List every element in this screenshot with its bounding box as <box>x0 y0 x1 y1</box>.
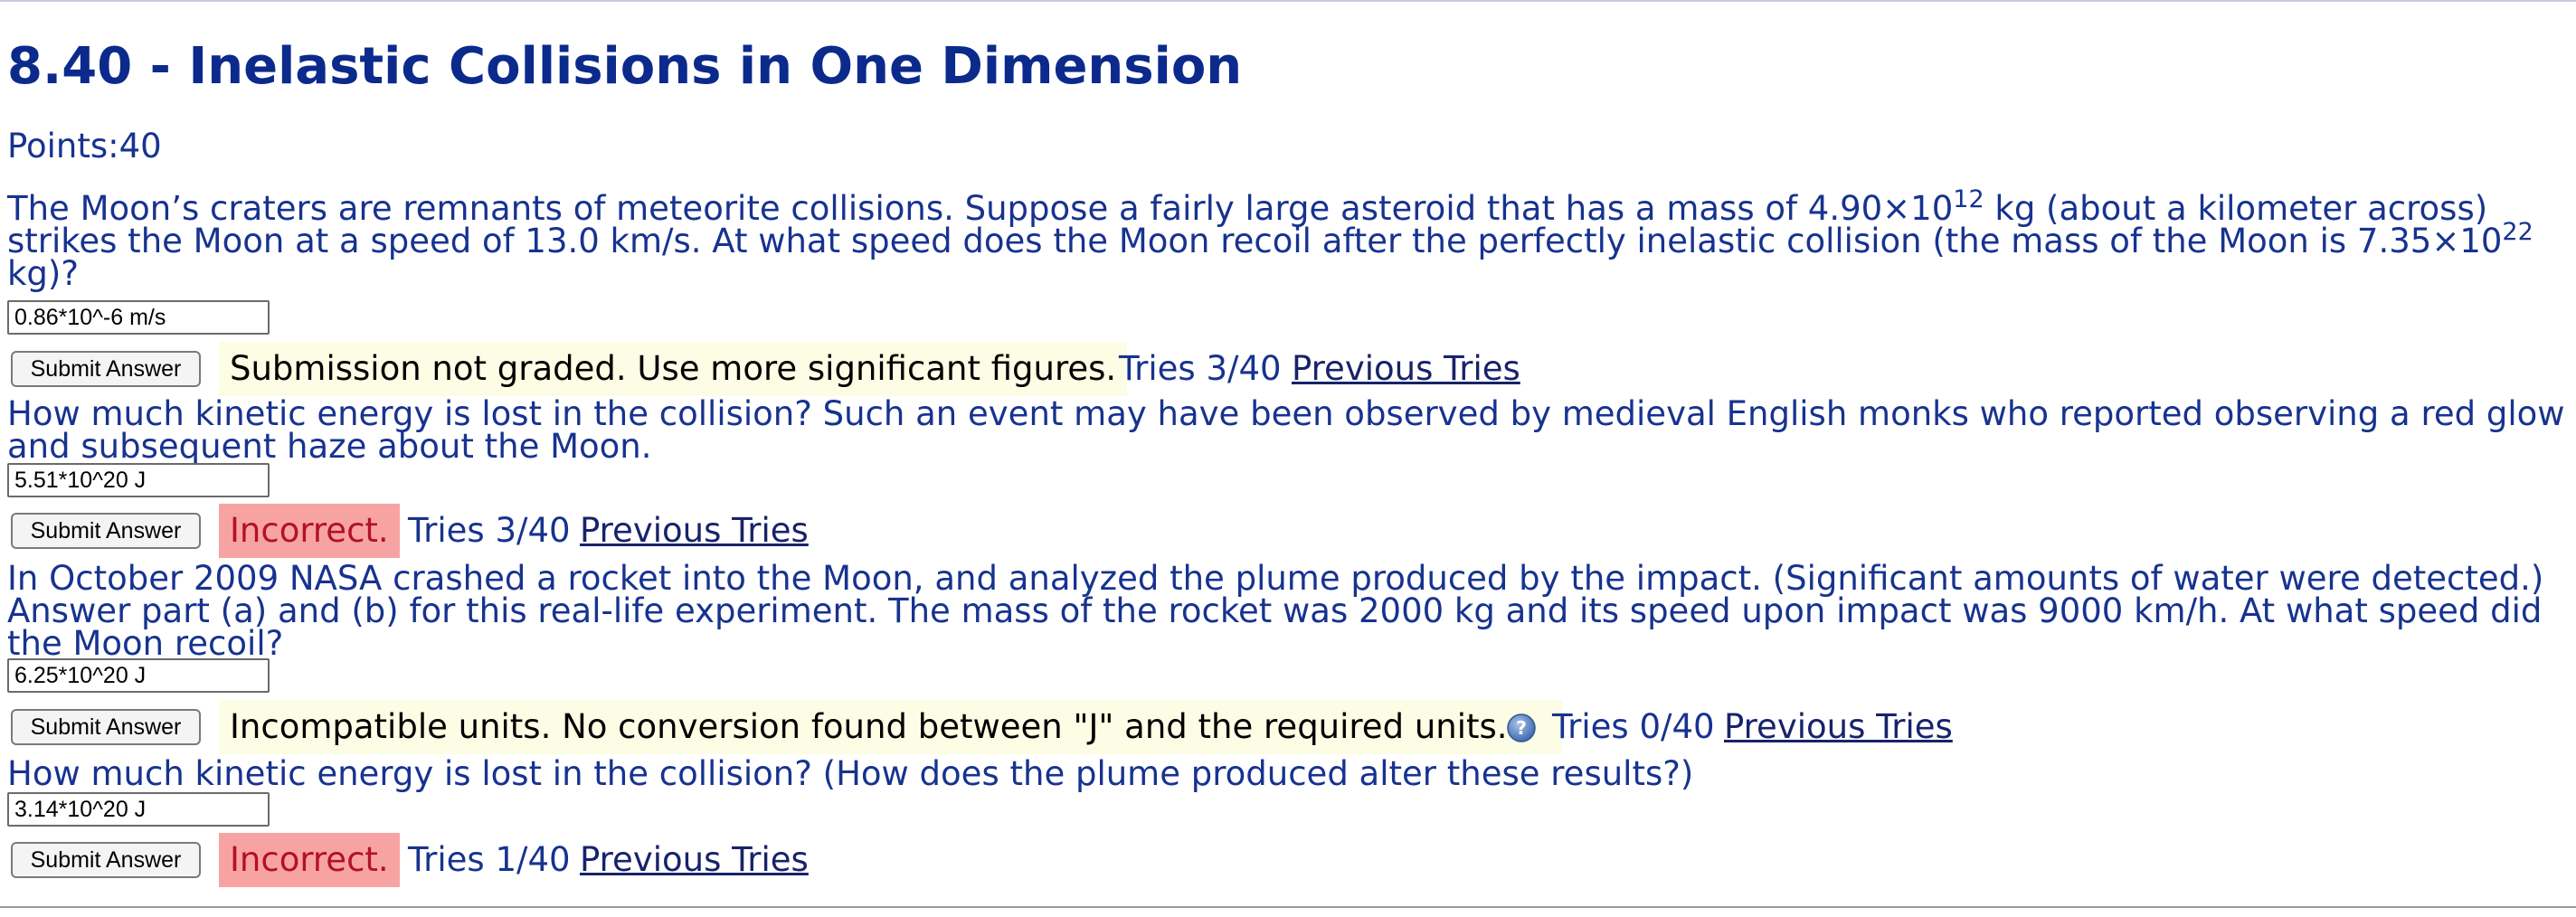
top-divider <box>0 0 2576 2</box>
points-value: 40 <box>118 127 162 165</box>
tries-count-4: Tries 1/40 <box>408 840 571 879</box>
question-prompt-3: In October 2009 NASA crashed a rocket in… <box>7 559 2544 663</box>
tries-count-3: Tries 0/40 <box>1552 707 1715 746</box>
previous-tries-link-2[interactable]: Previous Tries <box>580 509 809 553</box>
question-prompt-2: How much kinetic energy is lost in the c… <box>7 394 2565 466</box>
points-display: Points:40 <box>7 125 162 168</box>
previous-tries-link-4[interactable]: Previous Tries <box>580 838 809 882</box>
submit-answer-button-3[interactable]: Submit Answer <box>11 709 201 745</box>
answer-input-3[interactable] <box>7 658 270 693</box>
previous-tries-link-3[interactable]: Previous Tries <box>1724 705 1953 749</box>
points-label: Points: <box>7 127 119 165</box>
submit-answer-button-2[interactable]: Submit Answer <box>11 513 201 549</box>
bottom-divider <box>0 906 2576 908</box>
answer-input-2[interactable] <box>7 463 270 497</box>
help-icon[interactable]: ? <box>1507 714 1536 742</box>
feedback-message-3: Incompatible units. No conversion found … <box>219 700 1562 754</box>
page-title: 8.40 - Inelastic Collisions in One Dimen… <box>7 37 1243 96</box>
feedback-message-4: Incorrect. <box>219 833 400 887</box>
feedback-message-1: Submission not graded. Use more signific… <box>219 342 1128 396</box>
tries-count-1: Tries 3/40 <box>1119 349 1282 388</box>
previous-tries-link-1[interactable]: Previous Tries <box>1292 347 1520 391</box>
answer-input-1[interactable] <box>7 300 270 335</box>
submit-answer-button-4[interactable]: Submit Answer <box>11 842 201 878</box>
svg-text:?: ? <box>1516 717 1527 739</box>
question-prompt-1: The Moon’s craters are remnants of meteo… <box>7 185 2533 293</box>
question-prompt-4: How much kinetic energy is lost in the c… <box>7 754 1694 793</box>
feedback-message-2: Incorrect. <box>219 504 400 558</box>
answer-input-4[interactable] <box>7 792 270 827</box>
tries-count-2: Tries 3/40 <box>408 511 571 550</box>
submit-answer-button-1[interactable]: Submit Answer <box>11 351 201 387</box>
